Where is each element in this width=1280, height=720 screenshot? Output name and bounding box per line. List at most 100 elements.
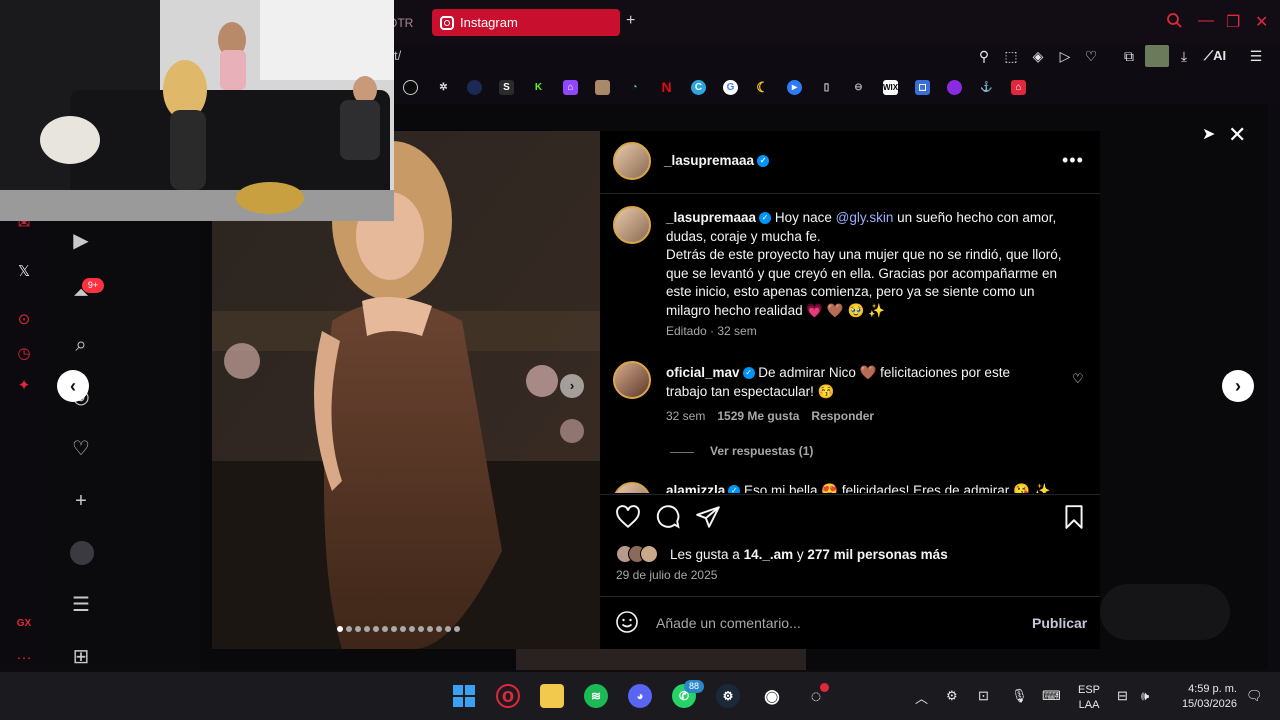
tray-chevron-icon[interactable]: ︿ <box>915 688 928 707</box>
extensions-icon[interactable]: ⧉ <box>1120 47 1138 65</box>
opera-gx-taskbar-icon[interactable]: o <box>496 684 520 708</box>
share-icon[interactable] <box>695 504 721 530</box>
wix-bookmark-icon[interactable]: WIX <box>883 80 898 95</box>
download-icon[interactable]: ⤓ <box>1175 47 1193 65</box>
profile-nav-avatar[interactable] <box>70 541 94 565</box>
volume-icon[interactable]: 🕪 <box>1141 688 1149 704</box>
twitch-bookmark-icon[interactable]: ⌂ <box>563 80 578 95</box>
new-tab-button[interactable]: + <box>626 12 635 30</box>
more-options-icon[interactable]: ••• <box>1062 150 1084 171</box>
player-icon[interactable]: ⊙ <box>14 310 34 330</box>
comment-icon[interactable] <box>655 504 681 530</box>
pin-icon[interactable]: ⚲ <box>975 47 993 65</box>
comment-like-icon[interactable]: ♡ <box>1072 371 1084 387</box>
discord-icon[interactable]: ◕ <box>628 684 652 708</box>
windows-start-icon[interactable] <box>452 684 476 708</box>
ai-button[interactable]: ⟋AI <box>1204 48 1226 64</box>
comment-input[interactable]: Añade un comentario... <box>656 615 801 631</box>
bookmark-swirl-icon[interactable]: ◔ <box>627 80 642 95</box>
clock[interactable]: 4:59 p. m. 15/03/2026 <box>1173 682 1237 712</box>
publish-button[interactable]: Publicar <box>1032 615 1087 631</box>
extensions-sidebar-icon[interactable]: ✦ <box>14 376 34 396</box>
url-text[interactable]: t/ <box>394 48 401 63</box>
obs-icon[interactable]: ◉ <box>760 684 784 708</box>
view-replies-button[interactable]: Ver respuestas (1) <box>710 444 813 458</box>
file-explorer-icon[interactable] <box>540 684 564 708</box>
notifications-icon[interactable]: ♡ <box>68 436 94 462</box>
author-avatar[interactable] <box>613 142 651 180</box>
caption-avatar[interactable] <box>613 206 651 244</box>
send-icon[interactable]: ▷ <box>1056 47 1074 65</box>
menu-icon[interactable]: ☰ <box>68 592 94 618</box>
google-bookmark-icon[interactable]: G <box>723 80 738 95</box>
bookmark-anchor-icon[interactable]: ⚓ <box>979 80 994 95</box>
easy-setup-icon[interactable]: ☰ <box>1247 47 1265 65</box>
steam-icon[interactable]: ⚙ <box>716 684 740 708</box>
keyboard-icon[interactable]: ⌨ <box>1042 688 1061 704</box>
bookmark-link-icon[interactable]: ⊖ <box>851 80 866 95</box>
more-sidebar-icon[interactable]: ··· <box>14 648 34 668</box>
x-twitter-icon[interactable]: 𝕏 <box>14 262 34 282</box>
minimize-button[interactable]: — <box>1198 12 1214 30</box>
maximize-button[interactable]: ❐ <box>1226 12 1240 32</box>
search-nav-icon[interactable]: ⌕ <box>68 332 94 358</box>
bookmark-dark-icon[interactable] <box>467 80 482 95</box>
bookmark-photo-icon[interactable] <box>595 80 610 95</box>
netflix-bookmark-icon[interactable]: N <box>659 80 674 95</box>
history-icon[interactable]: ◷ <box>14 344 34 364</box>
bookmark-moon-icon[interactable]: ☾ <box>755 80 770 95</box>
tab-instagram[interactable]: Instagram <box>432 9 620 36</box>
bookmark-purple-icon[interactable] <box>947 80 962 95</box>
chatgpt-bookmark-icon[interactable] <box>403 80 418 95</box>
comment-likes[interactable]: 1529 Me gusta <box>717 409 799 423</box>
bookmark-play-icon[interactable]: ▸ <box>787 80 802 95</box>
bookmark-s-icon[interactable]: S <box>499 80 514 95</box>
profile-avatar[interactable] <box>1145 45 1169 67</box>
likes-summary[interactable]: Les gusta a 14._.am y 277 mil personas m… <box>670 547 948 562</box>
comment-avatar[interactable] <box>613 361 651 399</box>
tab-instagram-label: Instagram <box>460 15 518 30</box>
bookmark-doc-icon[interactable]: ▯ <box>819 80 834 95</box>
tray-network-app-icon[interactable]: ⊡ <box>978 688 989 704</box>
bookmark-blue-icon[interactable]: ◻ <box>915 80 930 95</box>
language-indicator[interactable]: ESP LAA <box>1078 683 1100 713</box>
spotify-icon[interactable]: ≋ <box>584 684 608 708</box>
bookmark-c-icon[interactable]: C <box>691 80 706 95</box>
comment-username[interactable]: oficial_mav <box>666 365 740 380</box>
previous-post-arrow[interactable]: ‹ <box>57 370 89 402</box>
comments-divider <box>600 494 1100 495</box>
apps-icon[interactable]: ⊞ <box>68 644 94 670</box>
reels-icon[interactable]: ▶ <box>68 228 94 254</box>
vpn-shield-icon[interactable]: ◈ <box>1029 47 1047 65</box>
recording-badge <box>820 683 829 692</box>
like-icon[interactable] <box>615 504 641 530</box>
microphone-icon[interactable]: 🎙 <box>1011 688 1028 704</box>
network-icon[interactable]: ⊟ <box>1117 688 1128 704</box>
heart-bookmark-icon[interactable]: ♡ <box>1082 47 1100 65</box>
comment-avatar-2[interactable] <box>613 482 651 493</box>
likers-avatars[interactable] <box>616 545 658 563</box>
next-post-arrow[interactable]: › <box>1222 370 1254 402</box>
image-next-arrow[interactable]: › <box>560 374 584 398</box>
close-modal-icon[interactable]: ✕ <box>1228 122 1246 148</box>
kick-bookmark-icon[interactable]: K <box>531 80 546 95</box>
verified-icon: ✓ <box>742 367 755 380</box>
snapshot-icon[interactable]: ⬚ <box>1002 47 1020 65</box>
tray-app-icon[interactable]: ⚙ <box>946 688 958 704</box>
comment-text-2: alamizzla ✓ Eso mi bella 😍 felicidades! E… <box>666 482 1066 493</box>
search-icon[interactable] <box>1166 12 1182 33</box>
save-icon[interactable] <box>1061 504 1087 530</box>
notifications-center-icon[interactable]: 🗨 <box>1246 688 1263 704</box>
emoji-icon[interactable] <box>615 610 639 639</box>
mention-link[interactable]: @gly.skin <box>836 210 894 225</box>
close-window-button[interactable]: ✕ <box>1255 12 1268 32</box>
reply-button[interactable]: Responder <box>811 409 874 423</box>
create-icon[interactable]: + <box>68 488 94 514</box>
caption-text: _lasupremaaa ✓ Hoy nace @gly.skin un sueñ… <box>666 210 1062 318</box>
gx-corner-label[interactable]: GX <box>14 614 34 634</box>
bookmark-red-icon[interactable]: ⌂ <box>1011 80 1026 95</box>
author-username[interactable]: _lasupremaaa ✓ <box>664 153 770 168</box>
caption-meta: Editado · 32 sem <box>666 324 757 338</box>
caption-username[interactable]: _lasupremaaa <box>666 210 756 225</box>
extension-bookmark-icon[interactable]: ✲ <box>436 80 451 95</box>
